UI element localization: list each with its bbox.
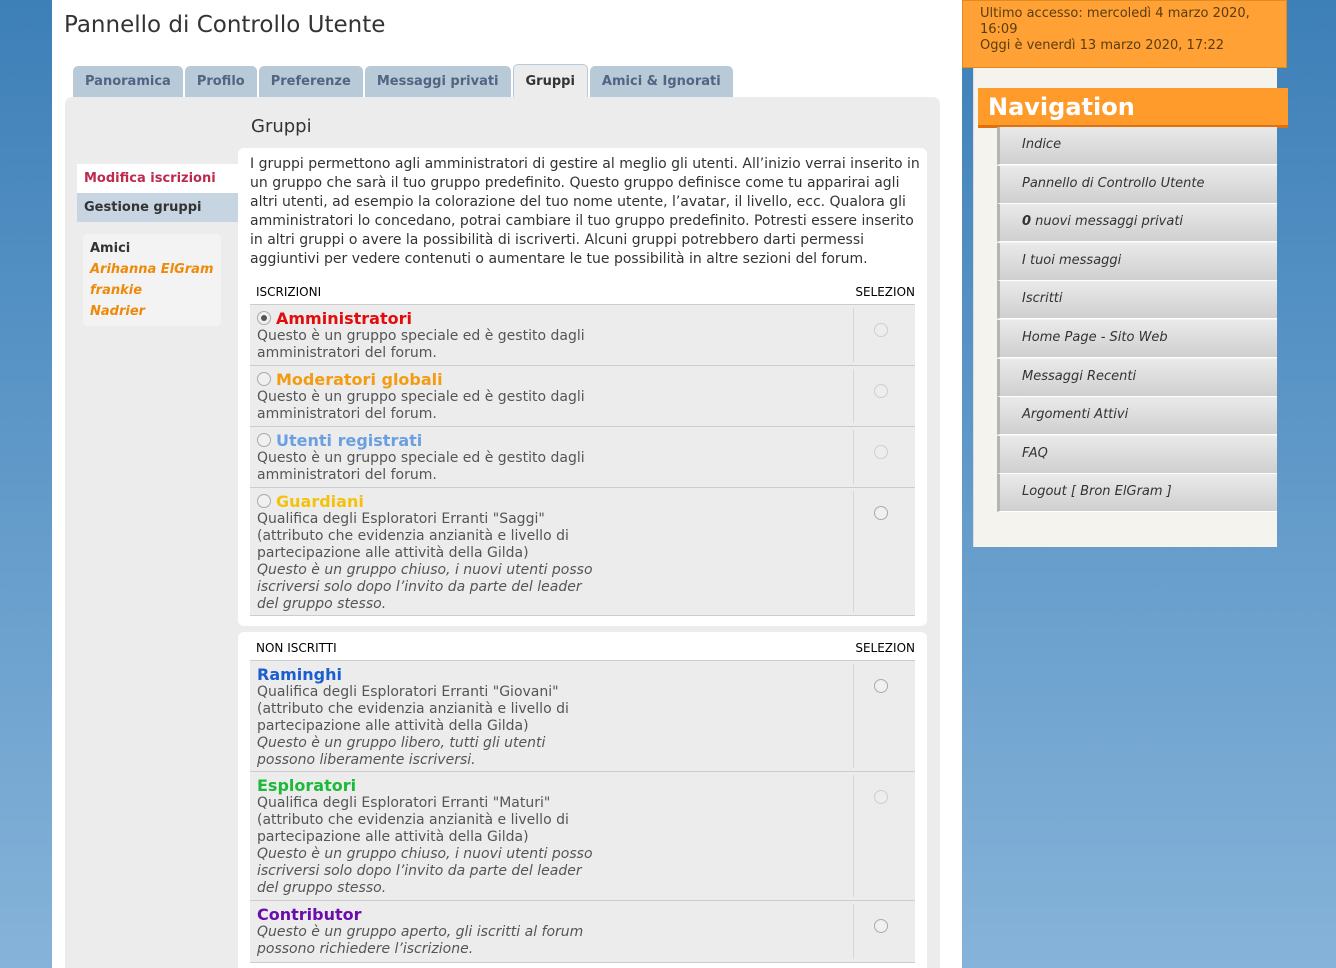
group-description: Qualifica degli Esploratori Erranti "Sag… (257, 511, 545, 527)
select-radio[interactable] (874, 790, 888, 804)
tab-private-messages[interactable]: Messaggi privati (364, 66, 511, 97)
table-row: Guardiani Qualifica degli Esploratori Er… (250, 488, 915, 616)
table-row: Esploratori Qualifica degli Esploratori … (250, 772, 915, 901)
ucp-tabs: Panoramica Profilo Preferenze Messaggi p… (73, 64, 733, 97)
nav-link-homepage[interactable]: Home Page - Sito Web (997, 319, 1277, 358)
group-note: Questo è un gruppo libero, tutti gli ute… (257, 735, 546, 751)
tab-preferences[interactable]: Preferenze (258, 66, 363, 97)
group-description: Questo è un gruppo speciale ed è gestito… (257, 389, 585, 405)
ucp-side-menu: Modifica iscrizioni Gestione gruppi Amic… (77, 164, 239, 326)
group-description: (attributo che evidenzia anzianità e liv… (257, 528, 569, 544)
group-description: Questo è un gruppo speciale ed è gestito… (257, 450, 585, 466)
group-note: iscriversi solo dopo l’invito da parte d… (257, 863, 582, 879)
last-access-text: Ultimo accesso: mercoledì 4 marzo 2020, (980, 6, 1250, 21)
memberships-panel: I gruppi permettono agli amministratori … (238, 148, 927, 626)
group-description: amministratori del forum. (257, 406, 437, 422)
current-date-text: Oggi è venerdì 13 marzo 2020, 17:22 (980, 38, 1225, 53)
group-name[interactable]: Esploratori (257, 776, 915, 795)
nav-link-your-posts[interactable]: I tuoi messaggi (997, 242, 1277, 281)
main-panel: Pannello di Controllo Utente Panoramica … (52, 0, 962, 968)
tab-overview[interactable]: Panoramica (73, 66, 183, 97)
nav-link-private-messages[interactable]: 0 nuovi messaggi privati (997, 204, 1277, 243)
table-row: Amministratori Questo è un gruppo specia… (250, 305, 915, 366)
friends-title: Amici (90, 241, 131, 256)
default-group-radio[interactable] (257, 372, 271, 386)
navigation-list: Indice Pannello di Controllo Utente 0 nu… (997, 127, 1277, 513)
menu-manage-groups[interactable]: Gestione gruppi (77, 193, 239, 222)
menu-edit-memberships[interactable]: Modifica iscrizioni (77, 164, 239, 193)
table-header: NON ISCRITTI SELEZION (250, 635, 915, 661)
tab-groups[interactable]: Gruppi (512, 64, 588, 97)
group-description: (attributo che evidenzia anzianità e liv… (257, 812, 569, 828)
group-note: Questo è un gruppo aperto, gli iscritti … (257, 924, 584, 940)
table-row: Moderatori globali Questo è un gruppo sp… (250, 366, 915, 427)
group-note: Questo è un gruppo chiuso, i nuovi utent… (257, 846, 593, 862)
group-name[interactable]: Guardiani (276, 492, 364, 511)
tab-friends-foes[interactable]: Amici & Ignorati (589, 66, 733, 97)
friends-box: Amici Arihanna ElGram frankie Nadrier (83, 234, 221, 326)
default-group-radio[interactable] (257, 433, 271, 447)
group-note: Questo è un gruppo chiuso, i nuovi utent… (257, 562, 593, 578)
friend-link[interactable]: Arihanna ElGram (90, 259, 221, 280)
table-row: Raminghi Qualifica degli Esploratori Err… (250, 661, 915, 772)
group-description: amministratori del forum. (257, 345, 437, 361)
group-description: Qualifica degli Esploratori Erranti "Mat… (257, 795, 551, 811)
section-title: Gruppi (251, 116, 312, 137)
intro-text: I gruppi permettono agli amministratori … (250, 156, 920, 267)
group-note: iscriversi solo dopo l’invito da parte d… (257, 579, 582, 595)
nav-link-ucp[interactable]: Pannello di Controllo Utente (997, 165, 1277, 204)
group-description: partecipazione alle attività della Gilda… (257, 545, 529, 561)
non-members-table: NON ISCRITTI SELEZION Raminghi Qualifica… (250, 635, 915, 963)
select-radio[interactable] (874, 323, 888, 337)
table-row: Contributor Questo è un gruppo aperto, g… (250, 901, 915, 963)
page-title: Pannello di Controllo Utente (64, 12, 386, 38)
non-members-panel: NON ISCRITTI SELEZION Raminghi Qualifica… (238, 632, 927, 968)
nav-link-recent-posts[interactable]: Messaggi Recenti (997, 358, 1277, 397)
group-description: Questo è un gruppo speciale ed è gestito… (257, 328, 585, 344)
tab-profile[interactable]: Profilo (184, 66, 257, 97)
group-description: partecipazione alle attività della Gilda… (257, 718, 529, 734)
group-description: (attributo che evidenzia anzianità e liv… (257, 701, 569, 717)
friend-link[interactable]: Nadrier (90, 301, 221, 322)
select-radio[interactable] (874, 445, 888, 459)
select-radio[interactable] (874, 919, 888, 933)
group-name[interactable]: Contributor (257, 905, 915, 924)
header-select: SELEZION (855, 285, 915, 299)
select-radio[interactable] (874, 506, 888, 520)
friend-link[interactable]: frankie (90, 280, 221, 301)
header-select: SELEZION (855, 641, 915, 655)
pm-label: nuovi messaggi privati (1031, 214, 1184, 230)
default-group-radio[interactable] (257, 311, 271, 325)
memberships-table: ISCRIZIONI SELEZION Amministratori Quest… (250, 279, 915, 616)
group-name[interactable]: Amministratori (276, 309, 412, 328)
table-header: ISCRIZIONI SELEZION (250, 279, 915, 305)
default-group-radio[interactable] (257, 494, 271, 508)
last-access-time: 16:09 (980, 22, 1018, 37)
select-radio[interactable] (874, 384, 888, 398)
pm-count: 0 (1022, 214, 1032, 230)
content-box: Modifica iscrizioni Gestione gruppi Amic… (65, 97, 940, 968)
nav-link-members[interactable]: Iscritti (997, 281, 1277, 320)
select-radio[interactable] (874, 679, 888, 693)
last-access-box: Ultimo accesso: mercoledì 4 marzo 2020, … (962, 0, 1287, 68)
group-name[interactable]: Moderatori globali (276, 370, 443, 389)
group-description: amministratori del forum. (257, 467, 437, 483)
nav-link-logout[interactable]: Logout [ Bron ElGram ] (997, 474, 1277, 513)
group-description: Qualifica degli Esploratori Erranti "Gio… (257, 684, 559, 700)
group-description: partecipazione alle attività della Gilda… (257, 829, 529, 845)
group-note: possono richiedere l’iscrizione. (257, 941, 474, 957)
right-sidebar: Ultimo accesso: mercoledì 4 marzo 2020, … (962, 0, 1336, 968)
group-note: possono liberamente iscriversi. (257, 752, 476, 768)
group-name[interactable]: Raminghi (257, 665, 915, 684)
nav-link-active-topics[interactable]: Argomenti Attivi (997, 397, 1277, 436)
header-memberships: ISCRIZIONI (256, 285, 322, 299)
group-note: del gruppo stesso. (257, 596, 387, 612)
nav-link-faq[interactable]: FAQ (997, 435, 1277, 474)
header-non-members: NON ISCRITTI (256, 641, 337, 655)
group-name[interactable]: Utenti registrati (276, 431, 422, 450)
group-note: del gruppo stesso. (257, 880, 387, 896)
table-row: Utenti registrati Questo è un gruppo spe… (250, 427, 915, 488)
nav-link-index[interactable]: Indice (997, 127, 1277, 165)
navigation-title: Navigation (978, 88, 1288, 128)
